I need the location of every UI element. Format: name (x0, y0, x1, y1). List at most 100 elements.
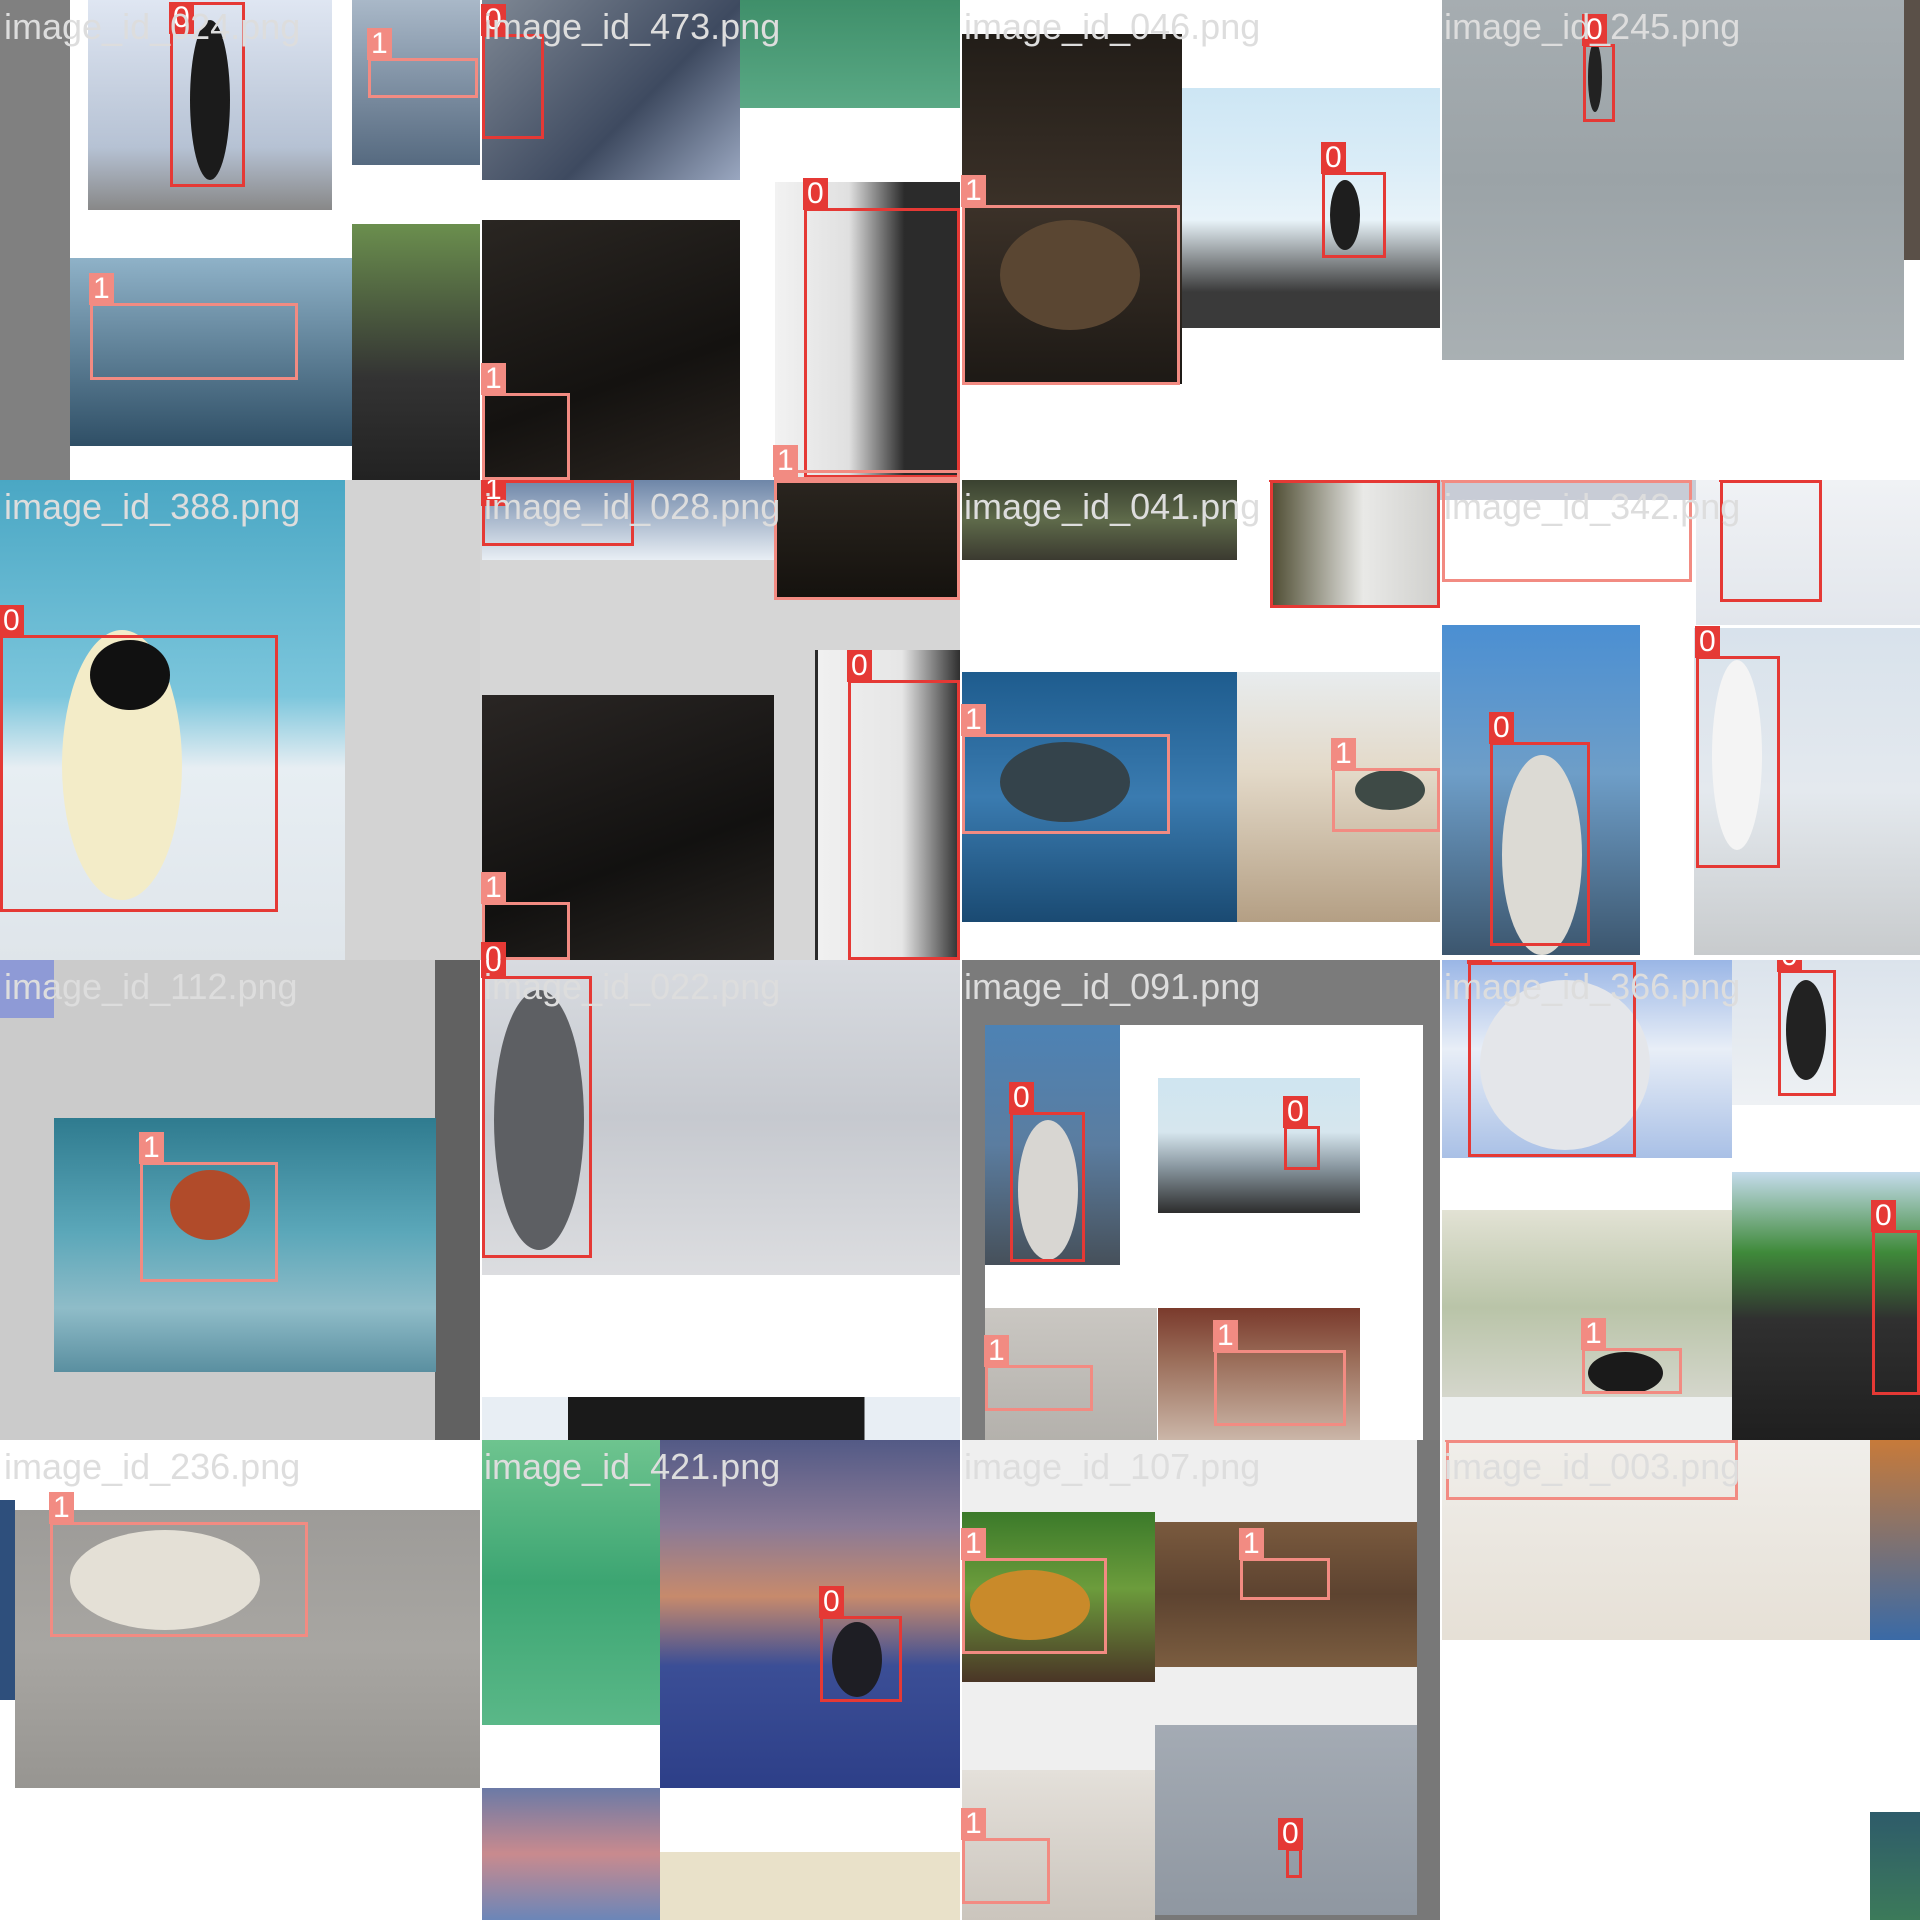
image-patch (435, 960, 480, 1440)
bounding-box (90, 303, 298, 380)
class-label-1: 1 (961, 704, 986, 736)
class-label-1: 1 (89, 273, 114, 305)
class-label-1: 1 (139, 1132, 164, 1164)
mosaic-tile: 0 1 1 image_id_024.png (0, 0, 480, 480)
mosaic-tile: 0 image_id_388.png (0, 480, 480, 960)
mosaic-tile: 1 1 1 0 image_id_107.png (960, 1440, 1440, 1920)
class-label-1: 1 (481, 363, 506, 395)
bounding-box (774, 480, 960, 600)
class-label-1: 1 (1239, 1528, 1264, 1560)
bounding-box (0, 635, 278, 912)
bounding-box (774, 470, 960, 480)
bounding-box (50, 1522, 308, 1637)
image-filename: image_id_022.png (484, 966, 781, 1007)
bounding-box (804, 208, 960, 478)
bounding-box (985, 1365, 1093, 1411)
image-patch (352, 224, 480, 480)
image-patch (660, 1852, 960, 1920)
class-label-1: 1 (1331, 738, 1356, 770)
image-filename: image_id_041.png (964, 486, 1261, 527)
mosaic-tile: 0 0 0 1 image_id_366.png (1440, 960, 1920, 1440)
image-patch (482, 1788, 660, 1920)
bounding-box (962, 734, 1170, 834)
image-patch (660, 1440, 960, 1788)
class-label-0: 0 (1009, 1082, 1034, 1114)
class-label-1: 1 (961, 1528, 986, 1560)
bounding-box (1286, 1848, 1302, 1878)
image-patch (1870, 1812, 1920, 1920)
class-label-1: 1 (984, 1335, 1009, 1367)
image-filename: image_id_473.png (484, 6, 781, 47)
bounding-box (962, 205, 1180, 385)
bounding-box (1872, 1230, 1920, 1395)
image-filename: image_id_342.png (1444, 486, 1741, 527)
image-filename: image_id_112.png (4, 966, 298, 1007)
class-label-0: 0 (1269, 480, 1294, 482)
bounding-box (1778, 970, 1836, 1096)
bounding-box (1696, 656, 1780, 868)
bounding-box (1332, 768, 1440, 832)
image-filename: image_id_107.png (964, 1446, 1261, 1487)
image-filename: image_id_024.png (4, 6, 301, 47)
image-filename: image_id_236.png (4, 1446, 301, 1487)
class-label-0: 0 (1695, 626, 1720, 658)
class-label-0: 0 (847, 650, 872, 682)
class-label-1: 1 (1445, 1440, 1470, 1442)
image-patch (1158, 1078, 1360, 1213)
class-label-1: 1 (961, 175, 986, 207)
bounding-box (1010, 1112, 1085, 1262)
image-patch (0, 1500, 15, 1700)
mosaic-tile: 0 image_id_421.png (480, 1440, 960, 1920)
mosaic-tile: 0 0 1 1 image_id_473.png (480, 0, 960, 480)
mosaic-tile: 0 1 1 image_id_041.png (960, 480, 1440, 960)
bounding-box (962, 1838, 1050, 1904)
bounding-box (482, 976, 592, 1258)
mosaic-tile: 1 0 0 0 image_id_342.png (1440, 480, 1920, 960)
class-label-1: 1 (49, 1492, 74, 1524)
mosaic-tile: 1 image_id_236.png (0, 1440, 480, 1920)
image-patch (1442, 0, 1904, 360)
class-label-0: 0 (0, 605, 24, 637)
image-filename: image_id_046.png (964, 6, 1261, 47)
bounding-box (1240, 1558, 1330, 1600)
class-label-1: 1 (1441, 480, 1466, 482)
bounding-box (1490, 742, 1590, 946)
class-label-0: 0 (1467, 960, 1492, 964)
image-patch (1182, 88, 1440, 328)
image-patch (1442, 1397, 1732, 1440)
class-label-0: 0 (481, 942, 506, 960)
bounding-box (1214, 1350, 1346, 1426)
class-label-0: 0 (1489, 712, 1514, 744)
class-label-0: 0 (1278, 1818, 1303, 1850)
bounding-box (140, 1162, 278, 1282)
class-label-0: 0 (1321, 142, 1346, 174)
class-label-1: 1 (481, 872, 506, 904)
class-label-0: 0 (1871, 1200, 1896, 1232)
bounding-box (368, 58, 478, 98)
detection-mosaic: 0 1 1 image_id_024.png 0 0 1 1 image_id_… (0, 0, 1920, 1920)
class-label-1: 1 (367, 28, 392, 60)
mosaic-tile: 0 0 1 1 image_id_091.png (960, 960, 1440, 1440)
image-filename: image_id_388.png (4, 486, 301, 527)
mosaic-tile: 1 0 image_id_046.png (960, 0, 1440, 480)
mosaic-tile: 1 0 1 0 image_id_028.png (480, 480, 960, 960)
image-filename: image_id_028.png (484, 486, 781, 527)
bounding-box (1322, 172, 1386, 258)
bounding-box (820, 1616, 902, 1702)
class-label-1: 1 (961, 1808, 986, 1840)
image-filename: image_id_003.png (1444, 1446, 1741, 1487)
class-label-1: 1 (1581, 1318, 1606, 1350)
image-filename: image_id_421.png (484, 1446, 781, 1487)
image-patch (1904, 0, 1920, 260)
mosaic-tile: 0 image_id_245.png (1440, 0, 1920, 480)
class-label-0: 0 (803, 178, 828, 210)
class-label-0: 0 (1719, 480, 1744, 482)
image-filename: image_id_091.png (964, 966, 1261, 1007)
bounding-box (1270, 480, 1440, 608)
bounding-box (1583, 44, 1615, 122)
class-label-0: 0 (1777, 960, 1802, 972)
class-label-0: 0 (819, 1586, 844, 1618)
image-patch (1870, 1440, 1920, 1640)
image-filename: image_id_245.png (1444, 6, 1741, 47)
bounding-box (482, 393, 570, 480)
